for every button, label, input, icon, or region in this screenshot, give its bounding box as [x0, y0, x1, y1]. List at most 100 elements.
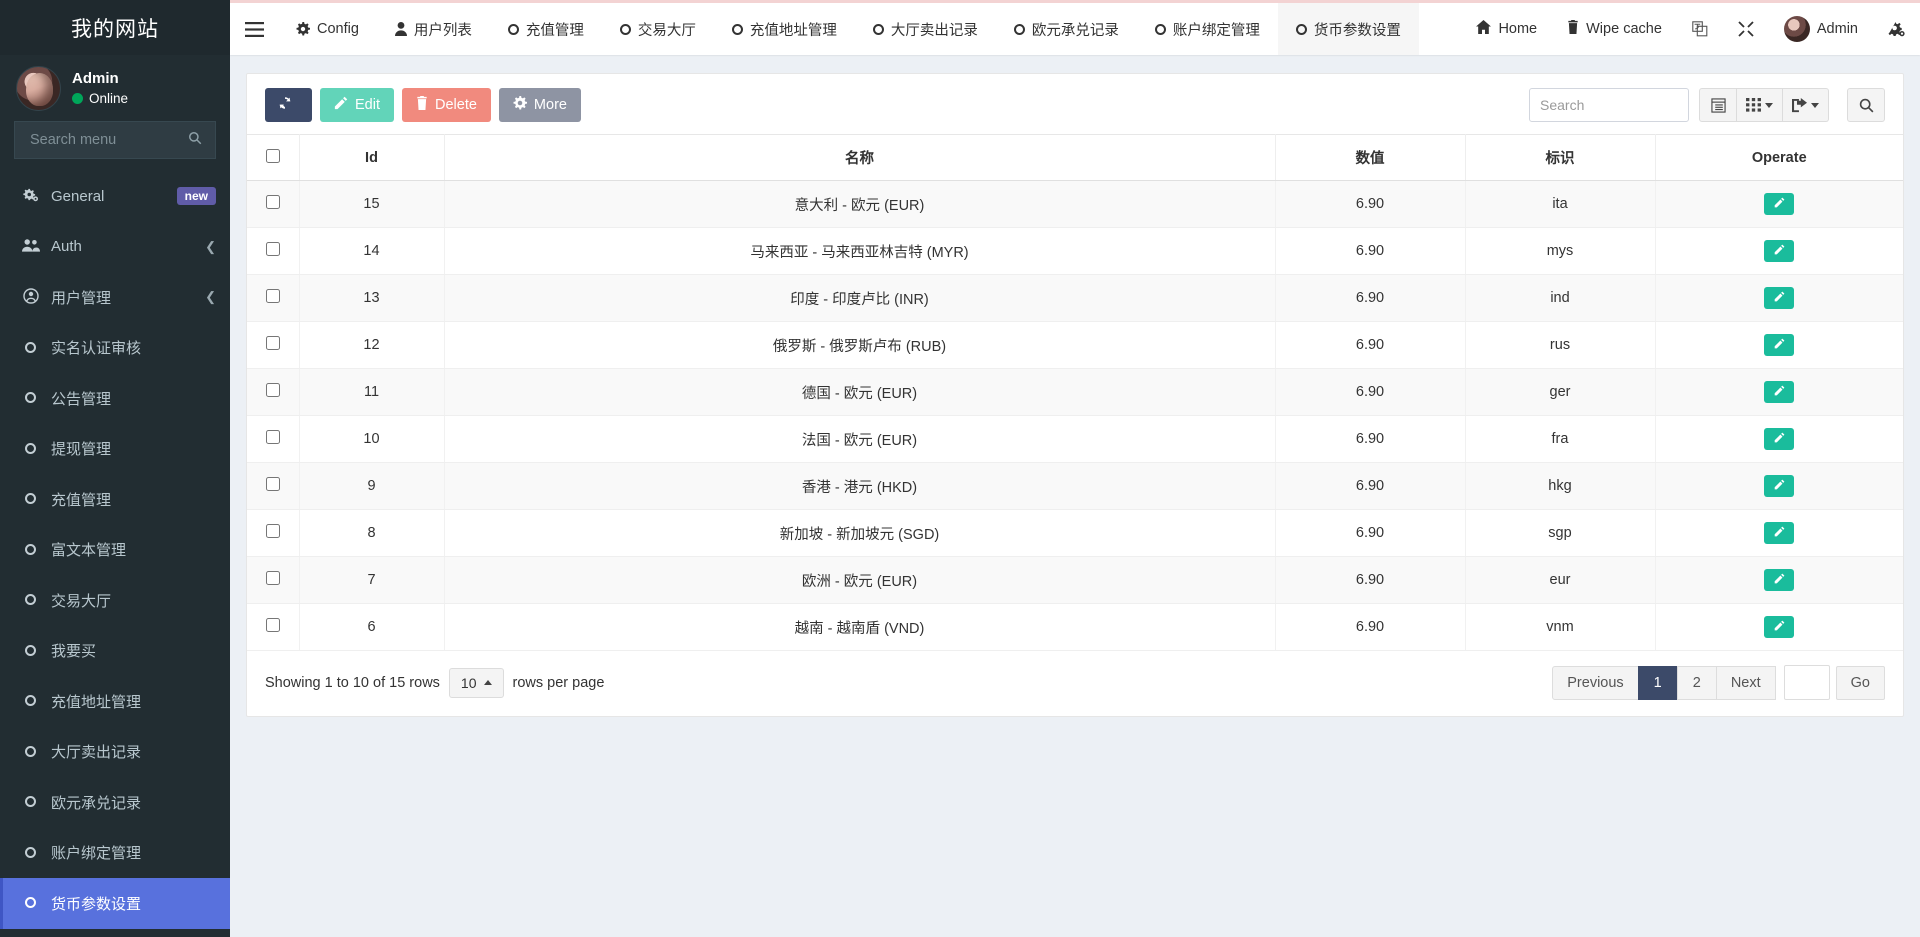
hamburger-icon[interactable] — [230, 3, 278, 55]
advanced-search-icon[interactable] — [1847, 88, 1885, 122]
sidebar-link[interactable]: 大厅卖出记录 — [0, 727, 230, 778]
row-checkbox[interactable] — [266, 242, 280, 256]
row-checkbox[interactable] — [266, 618, 280, 632]
next-page-button[interactable]: Next — [1716, 666, 1776, 700]
rows-per-page-select[interactable]: 10 — [449, 668, 504, 698]
refresh-button[interactable] — [265, 88, 312, 122]
sidebar-link[interactable]: 货币参数设置 — [0, 878, 230, 929]
columns-grid-icon[interactable] — [1737, 88, 1783, 122]
page-button-1[interactable]: 1 — [1638, 666, 1678, 700]
sidebar-item-8[interactable]: 交易大厅 — [0, 575, 230, 626]
page-button-2[interactable]: 2 — [1677, 666, 1717, 700]
row-checkbox[interactable] — [266, 571, 280, 585]
sidebar-link[interactable]: 用户管理❮ — [0, 272, 230, 323]
search-icon[interactable] — [188, 131, 202, 149]
sidebar-item-1[interactable]: Auth❮ — [0, 222, 230, 273]
column-header-tag[interactable]: 标识 — [1465, 135, 1655, 181]
sidebar-item-0[interactable]: Generalnew — [0, 171, 230, 222]
sidebar-link[interactable]: 充值管理 — [0, 474, 230, 525]
row-checkbox[interactable] — [266, 383, 280, 397]
user-menu[interactable]: Admin — [1769, 3, 1873, 55]
top-tab-8[interactable]: 货币参数设置 — [1278, 3, 1419, 55]
sidebar-item-10[interactable]: 充值地址管理 — [0, 676, 230, 727]
table-row[interactable]: 11德国 - 欧元 (EUR)6.90ger — [247, 369, 1903, 416]
top-tab-2[interactable]: 充值管理 — [490, 3, 602, 55]
row-edit-button[interactable] — [1764, 428, 1794, 450]
column-header-value[interactable]: 数值 — [1275, 135, 1465, 181]
row-edit-button[interactable] — [1764, 381, 1794, 403]
row-checkbox[interactable] — [266, 477, 280, 491]
sidebar-link[interactable]: 交易大厅 — [0, 575, 230, 626]
row-checkbox[interactable] — [266, 289, 280, 303]
table-row[interactable]: 10法国 - 欧元 (EUR)6.90fra — [247, 416, 1903, 463]
row-edit-button[interactable] — [1764, 522, 1794, 544]
table-row[interactable]: 9香港 - 港元 (HKD)6.90hkg — [247, 463, 1903, 510]
table-row[interactable]: 13印度 - 印度卢比 (INR)6.90ind — [247, 275, 1903, 322]
menu-search[interactable] — [14, 121, 216, 159]
column-header-name[interactable]: 名称 — [444, 135, 1275, 181]
column-header-id[interactable]: Id — [299, 135, 444, 181]
sidebar-link[interactable]: 我要买 — [0, 626, 230, 677]
settings-gears-icon[interactable] — [1873, 3, 1920, 55]
table-row[interactable]: 12俄罗斯 - 俄罗斯卢布 (RUB)6.90rus — [247, 322, 1903, 369]
table-row[interactable]: 8新加坡 - 新加坡元 (SGD)6.90sgp — [247, 510, 1903, 557]
top-tab-6[interactable]: 欧元承兑记录 — [996, 3, 1137, 55]
top-tab-3[interactable]: 交易大厅 — [602, 3, 714, 55]
row-checkbox[interactable] — [266, 336, 280, 350]
top-tab-4[interactable]: 充值地址管理 — [714, 3, 855, 55]
row-edit-button[interactable] — [1764, 240, 1794, 262]
sidebar-item-7[interactable]: 富文本管理 — [0, 525, 230, 576]
fullscreen-icon[interactable] — [1723, 3, 1769, 55]
sidebar-item-9[interactable]: 我要买 — [0, 626, 230, 677]
table-row[interactable]: 6越南 - 越南盾 (VND)6.90vnm — [247, 604, 1903, 651]
export-icon[interactable] — [1783, 88, 1829, 122]
table-row[interactable]: 15意大利 - 欧元 (EUR)6.90ita — [247, 181, 1903, 228]
row-edit-button[interactable] — [1764, 193, 1794, 215]
sidebar-item-12[interactable]: 欧元承兑记录 — [0, 777, 230, 828]
edit-button[interactable]: Edit — [320, 88, 394, 122]
sidebar-item-5[interactable]: 提现管理 — [0, 424, 230, 475]
sidebar-link[interactable]: Generalnew — [0, 171, 230, 222]
search-input[interactable] — [1529, 88, 1689, 122]
row-edit-button[interactable] — [1764, 334, 1794, 356]
sidebar-link[interactable]: 账户绑定管理 — [0, 828, 230, 879]
menu-search-input[interactable] — [28, 131, 178, 149]
sidebar-item-14[interactable]: 货币参数设置 — [0, 878, 230, 929]
sidebar-link[interactable]: Auth❮ — [0, 222, 230, 273]
previous-page-button[interactable]: Previous — [1552, 666, 1638, 700]
row-edit-button[interactable] — [1764, 616, 1794, 638]
more-button[interactable]: More — [499, 88, 581, 122]
sidebar-item-4[interactable]: 公告管理 — [0, 373, 230, 424]
row-checkbox[interactable] — [266, 195, 280, 209]
list-view-icon[interactable] — [1699, 88, 1737, 122]
sidebar-item-3[interactable]: 实名认证审核 — [0, 323, 230, 374]
row-checkbox[interactable] — [266, 524, 280, 538]
sidebar-item-11[interactable]: 大厅卖出记录 — [0, 727, 230, 778]
row-edit-button[interactable] — [1764, 569, 1794, 591]
sidebar-link[interactable]: 富文本管理 — [0, 525, 230, 576]
sidebar-link[interactable]: 提现管理 — [0, 424, 230, 475]
sidebar-item-13[interactable]: 账户绑定管理 — [0, 828, 230, 879]
top-tab-7[interactable]: 账户绑定管理 — [1137, 3, 1278, 55]
sidebar-link[interactable]: 实名认证审核 — [0, 323, 230, 374]
sidebar-link[interactable]: 充值地址管理 — [0, 676, 230, 727]
row-edit-button[interactable] — [1764, 287, 1794, 309]
wipe-cache-button[interactable]: Wipe cache — [1552, 3, 1677, 55]
sidebar-item-6[interactable]: 充值管理 — [0, 474, 230, 525]
delete-button[interactable]: Delete — [402, 88, 491, 122]
home-button[interactable]: Home — [1461, 3, 1552, 55]
sidebar-link[interactable]: 公告管理 — [0, 373, 230, 424]
table-row[interactable]: 14马来西亚 - 马来西亚林吉特 (MYR)6.90mys — [247, 228, 1903, 275]
go-button[interactable]: Go — [1836, 666, 1885, 700]
table-row[interactable]: 7欧洲 - 欧元 (EUR)6.90eur — [247, 557, 1903, 604]
goto-page-input[interactable] — [1784, 665, 1830, 700]
top-tab-1[interactable]: 用户列表 — [377, 3, 490, 55]
row-edit-button[interactable] — [1764, 475, 1794, 497]
top-tab-0[interactable]: Config — [278, 3, 377, 55]
sidebar-item-2[interactable]: 用户管理❮ — [0, 272, 230, 323]
row-checkbox[interactable] — [266, 430, 280, 444]
language-icon[interactable] — [1677, 3, 1723, 55]
top-tab-5[interactable]: 大厅卖出记录 — [855, 3, 996, 55]
select-all-checkbox[interactable] — [266, 149, 280, 163]
sidebar-link[interactable]: 欧元承兑记录 — [0, 777, 230, 828]
